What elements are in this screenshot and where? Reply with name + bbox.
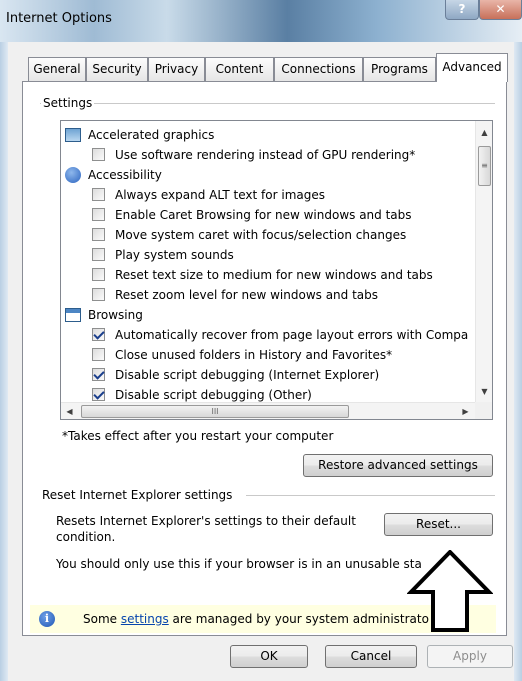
- window-frame-left: [0, 42, 8, 681]
- apply-button[interactable]: Apply: [427, 645, 513, 668]
- reset-warning-text: You should only use this if your browser…: [56, 557, 422, 571]
- settings-checkbox-label[interactable]: Move system caret with focus/selection c…: [115, 225, 406, 245]
- settings-checkbox-label[interactable]: Always expand ALT text for images: [115, 185, 325, 205]
- checkbox-unchecked[interactable]: [92, 188, 105, 201]
- help-button[interactable]: ?: [445, 0, 479, 20]
- scrollbar-corner: [475, 402, 492, 419]
- tab-content[interactable]: Content: [205, 57, 274, 81]
- close-button[interactable]: ✕: [479, 0, 522, 20]
- scroll-up-arrow-icon[interactable]: ▲: [476, 124, 492, 141]
- settings-checkbox-label[interactable]: Use software rendering instead of GPU re…: [115, 145, 415, 165]
- reset-description-line1: Resets Internet Explorer's settings to t…: [56, 514, 356, 528]
- reset-group-line: [246, 495, 495, 496]
- checkbox-checked[interactable]: [92, 368, 105, 381]
- tab-programs[interactable]: Programs: [363, 57, 436, 81]
- settings-group-label: Settings: [41, 96, 95, 110]
- settings-category-label: Browsing: [88, 308, 143, 322]
- checkbox-checked[interactable]: [92, 388, 105, 401]
- settings-checkbox-label[interactable]: Disable script debugging (Internet Explo…: [115, 365, 379, 385]
- info-icon: i: [39, 611, 55, 627]
- settings-checkbox-label[interactable]: Reset zoom level for new windows and tab…: [115, 285, 378, 305]
- scroll-down-arrow-icon[interactable]: ▼: [476, 383, 492, 400]
- monitor-icon: [65, 128, 81, 142]
- vertical-scroll-thumb[interactable]: ≡: [478, 146, 491, 186]
- browser-window-icon: [65, 308, 81, 322]
- horizontal-scroll-thumb[interactable]: III: [81, 405, 349, 418]
- checkbox-unchecked[interactable]: [92, 268, 105, 281]
- title-bar[interactable]: Internet Options ? ✕: [0, 0, 522, 42]
- reset-description-line2: condition.: [56, 530, 116, 544]
- settings-category-label: Accessibility: [88, 168, 162, 182]
- infobar-text: Some settings are managed by your system…: [83, 612, 429, 626]
- tab-privacy[interactable]: Privacy: [148, 57, 205, 81]
- reset-group-label: Reset Internet Explorer settings: [40, 488, 235, 502]
- settings-checkbox-label[interactable]: Automatically recover from page layout e…: [115, 325, 468, 345]
- scroll-left-arrow-icon[interactable]: ◀: [61, 403, 78, 419]
- reset-button[interactable]: Reset...: [384, 513, 493, 536]
- tab-connections[interactable]: Connections: [274, 57, 363, 81]
- settings-vertical-scrollbar[interactable]: ▲ ≡ ▼: [475, 121, 492, 402]
- checkbox-unchecked[interactable]: [92, 288, 105, 301]
- checkbox-unchecked[interactable]: [92, 148, 105, 161]
- settings-category-label: Accelerated graphics: [88, 128, 215, 142]
- window-frame-right: [514, 42, 522, 681]
- checkbox-unchecked[interactable]: [92, 208, 105, 221]
- tab-security[interactable]: Security: [86, 57, 148, 81]
- checkbox-checked[interactable]: [92, 328, 105, 341]
- infobar-prefix: Some: [83, 612, 121, 626]
- tab-general[interactable]: General: [28, 57, 86, 81]
- scroll-right-arrow-icon[interactable]: ▶: [457, 403, 474, 419]
- window-title: Internet Options: [6, 11, 112, 26]
- restore-advanced-settings-button[interactable]: Restore advanced settings: [303, 454, 493, 477]
- settings-checkbox-label[interactable]: Reset text size to medium for new window…: [115, 265, 433, 285]
- settings-group-line: [40, 103, 495, 104]
- settings-checkbox-label[interactable]: Play system sounds: [115, 245, 234, 265]
- tab-advanced[interactable]: Advanced: [436, 53, 508, 82]
- restart-footnote: *Takes effect after you restart your com…: [62, 429, 334, 443]
- up-arrow-annotation-icon: [407, 550, 493, 632]
- checkbox-unchecked[interactable]: [92, 348, 105, 361]
- ok-button[interactable]: OK: [230, 645, 308, 668]
- settings-horizontal-scrollbar[interactable]: ◀ III ▶: [61, 402, 475, 419]
- settings-link[interactable]: settings: [121, 612, 169, 626]
- settings-checkbox-label[interactable]: Close unused folders in History and Favo…: [115, 345, 392, 365]
- checkbox-unchecked[interactable]: [92, 248, 105, 261]
- settings-list[interactable]: Accelerated graphics Use software renderi…: [60, 120, 493, 420]
- checkbox-unchecked[interactable]: [92, 228, 105, 241]
- accessibility-icon: [65, 167, 81, 183]
- infobar-suffix: are managed by your system administrato: [168, 612, 429, 626]
- cancel-button[interactable]: Cancel: [325, 645, 417, 668]
- settings-checkbox-label[interactable]: Enable Caret Browsing for new windows an…: [115, 205, 412, 225]
